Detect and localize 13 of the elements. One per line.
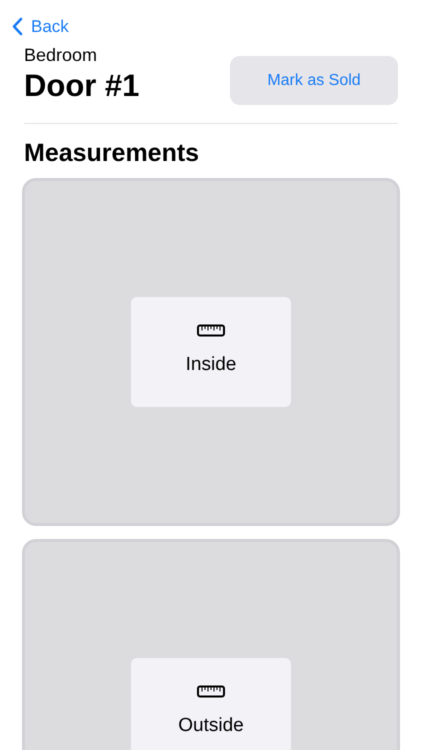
ruler-icon xyxy=(197,324,225,338)
measurement-card[interactable]: Outside xyxy=(22,539,400,750)
measurement-label: Inside xyxy=(186,353,236,378)
back-button[interactable]: Back xyxy=(12,14,69,40)
measurement-tile[interactable]: Outside xyxy=(131,658,291,750)
room-label: Bedroom xyxy=(24,44,98,66)
measurement-tile[interactable]: Inside xyxy=(131,297,291,407)
chevron-left-icon xyxy=(12,17,23,36)
measurement-label: Outside xyxy=(178,714,244,738)
measurement-card[interactable]: Inside xyxy=(22,178,400,526)
measurements-heading: Measurements xyxy=(24,138,200,168)
ruler-icon xyxy=(197,685,225,698)
door-title: Door #1 xyxy=(24,67,140,105)
